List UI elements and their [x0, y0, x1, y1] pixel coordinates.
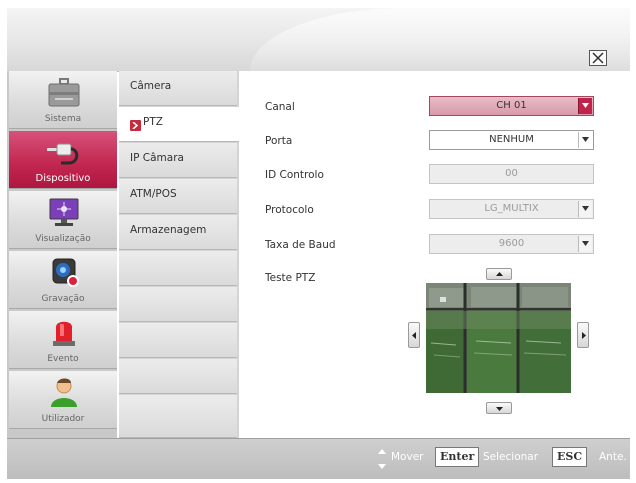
sidebar-item-utilizador[interactable]: Utilizador [9, 371, 117, 429]
close-button[interactable] [589, 50, 607, 66]
dvr-setup-window: Sistema Dispositivo Visualização Gravaçã… [7, 8, 630, 479]
submenu-list: Câmera PTZ IP Câmara ATM/POS Armazenagem [119, 71, 239, 438]
arrow-right-icon [582, 332, 586, 339]
ptz-down-button[interactable] [486, 402, 512, 414]
sidebar-item-visualizacao[interactable]: Visualização [9, 191, 117, 249]
sidebar-item-dispositivo[interactable]: Dispositivo [9, 131, 117, 189]
sidebar-item-sistema[interactable]: Sistema [9, 71, 117, 129]
porta-value: NENHUM [489, 134, 534, 145]
submenu-empty-slot [119, 395, 237, 438]
main-menu-sidebar: Sistema Dispositivo Visualização Gravaçã… [7, 71, 117, 438]
move-hint: Mover [391, 451, 424, 463]
sidebar-item-label: Sistema [44, 114, 82, 124]
taxa-baud-select: 9600 [429, 234, 594, 254]
submenu-item-ptz[interactable]: PTZ [119, 107, 239, 142]
title-bar-gloss [250, 8, 630, 71]
submenu-item-ip-camara[interactable]: IP Câmara [119, 143, 237, 178]
porta-label: Porta [265, 135, 293, 147]
sidebar-item-gravacao[interactable]: Gravação [9, 251, 117, 309]
submenu-item-camera[interactable]: Câmera [119, 71, 237, 106]
footer-hint-bar: Mover Enter Selecionar ESC Ante. [7, 438, 630, 479]
id-controlo-value: 00 [505, 168, 518, 179]
porta-select[interactable]: NENHUM [429, 130, 594, 150]
submenu-item-atm-pos[interactable]: ATM/POS [119, 179, 237, 214]
cable-connector-icon [47, 137, 81, 169]
chevron-down-icon [578, 98, 592, 114]
selected-arrow-icon [130, 120, 141, 131]
submenu-empty-slot [119, 359, 237, 394]
submenu-empty-slot [119, 323, 237, 358]
alarm-light-icon [47, 317, 81, 349]
sidebar-item-label: Visualização [35, 234, 91, 244]
id-controlo-label: ID Controlo [265, 169, 324, 181]
ptz-settings-panel: Canal CH 01 Porta NENHUM ID Controlo 00 … [239, 71, 630, 438]
id-controlo-field: 00 [429, 164, 594, 184]
submenu-empty-slot [119, 251, 237, 286]
taxa-baud-label: Taxa de Baud [265, 239, 336, 251]
sidebar-item-evento[interactable]: Evento [9, 311, 117, 369]
protocolo-value: LG_MULTIX [484, 203, 539, 214]
submenu-item-armazenagem[interactable]: Armazenagem [119, 215, 237, 250]
protocolo-select: LG_MULTIX [429, 199, 594, 219]
submenu-empty-slot [119, 287, 237, 322]
enter-key-badge: Enter [435, 447, 480, 467]
ptz-up-button[interactable] [486, 268, 512, 280]
sidebar-item-label: Dispositivo [35, 173, 91, 184]
back-hint: Ante. [599, 451, 627, 463]
sidebar-item-label: Utilizador [41, 414, 85, 424]
canal-select[interactable]: CH 01 [429, 96, 594, 116]
chevron-down-icon [578, 201, 592, 217]
esc-key-badge: ESC [552, 447, 588, 467]
user-icon [47, 377, 81, 409]
submenu-item-label: Câmera [130, 80, 172, 92]
teste-ptz-label: Teste PTZ [265, 272, 316, 284]
submenu-item-label: IP Câmara [130, 152, 184, 164]
monitor-icon [47, 197, 81, 229]
chevron-down-icon [578, 132, 592, 148]
ptz-right-button[interactable] [577, 322, 589, 348]
sidebar-item-label: Gravação [41, 294, 85, 304]
title-bar [7, 8, 630, 72]
arrow-left-icon [412, 332, 416, 339]
arrow-up-icon [496, 272, 503, 276]
chevron-down-icon [578, 236, 592, 252]
arrow-down-icon [496, 407, 503, 411]
camera-record-icon [47, 257, 81, 289]
sidebar-item-label: Evento [47, 354, 79, 364]
canal-label: Canal [265, 101, 295, 113]
ptz-left-button[interactable] [408, 322, 420, 348]
select-hint: Selecionar [483, 451, 539, 463]
submenu-item-label: PTZ [143, 116, 163, 128]
submenu-item-label: Armazenagem [130, 224, 207, 236]
taxa-baud-value: 9600 [498, 238, 525, 249]
toolbox-icon [47, 77, 81, 109]
submenu-item-label: ATM/POS [130, 188, 177, 200]
protocolo-label: Protocolo [265, 204, 314, 216]
ptz-camera-preview [426, 283, 571, 393]
up-down-arrows-icon [378, 449, 386, 469]
canal-value: CH 01 [496, 100, 527, 111]
